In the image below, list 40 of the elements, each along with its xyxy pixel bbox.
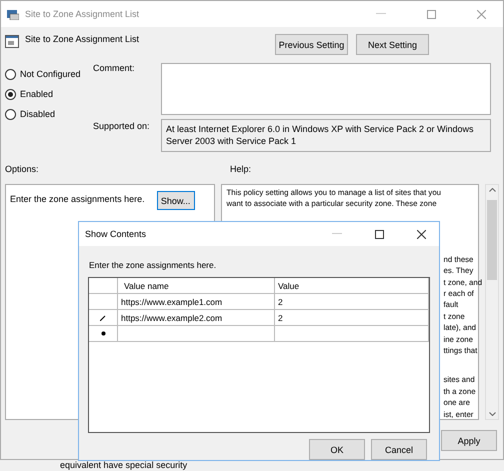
supported-on-field: At least Internet Explorer 6.0 in Windows XP with Service Pack 2 or Windows Server 2003 with Service Pack 1 (161, 119, 491, 152)
table-cell[interactable]: https://www.example2.com (118, 310, 275, 325)
show-button[interactable]: Show... (156, 191, 195, 210)
scroll-down-icon (488, 412, 496, 416)
state-radio[interactable]: Not Configured (5, 64, 93, 84)
maximize-icon (374, 230, 384, 238)
comment-field[interactable] (161, 63, 491, 115)
options-label: Options: (5, 164, 40, 174)
options-text: Enter the zone assignments here. (10, 194, 145, 204)
pencil-icon (100, 314, 106, 320)
close-icon (416, 230, 426, 238)
state-radio[interactable]: Disabled (5, 104, 93, 124)
policy-icon (7, 8, 19, 20)
state-radio[interactable]: Enabled (5, 84, 93, 104)
values-grid[interactable]: Value name Value https://www.example1.com 2 https://www.example2.com 2 (88, 277, 430, 433)
scroll-up-icon (488, 188, 496, 192)
maximize-icon (426, 10, 436, 18)
setting-button[interactable]: Next Setting (356, 34, 429, 55)
policy-icon (5, 35, 19, 48)
background-text: equivalent have special security (60, 460, 188, 470)
dialog-instruction: Enter the zone assignments here. (89, 260, 218, 270)
help-label: Help: (230, 164, 252, 174)
dialog-button[interactable]: OK (309, 439, 365, 460)
minimize-icon (376, 13, 386, 15)
comment-label: Comment: (93, 63, 136, 73)
dialog-button[interactable]: Cancel (371, 439, 427, 460)
table-cell[interactable]: 2 (275, 294, 429, 309)
window-title: Site to Zone Assignment List (25, 9, 140, 19)
apply-button[interactable]: Apply (441, 430, 497, 451)
table-cell[interactable]: 2 (275, 310, 429, 325)
minimize-icon (332, 233, 342, 235)
supported-on-label: Supported on: (93, 121, 151, 131)
table-cell[interactable]: https://www.example1.com (118, 294, 275, 309)
column-header[interactable]: Value name (118, 278, 275, 293)
policy-title: Site to Zone Assignment List (25, 34, 140, 44)
scrollbar[interactable] (485, 184, 499, 420)
setting-button[interactable]: Previous Setting (275, 34, 348, 55)
dialog-title: Show Contents (85, 229, 148, 239)
close-icon (476, 10, 486, 18)
column-header[interactable]: Value (275, 278, 429, 293)
